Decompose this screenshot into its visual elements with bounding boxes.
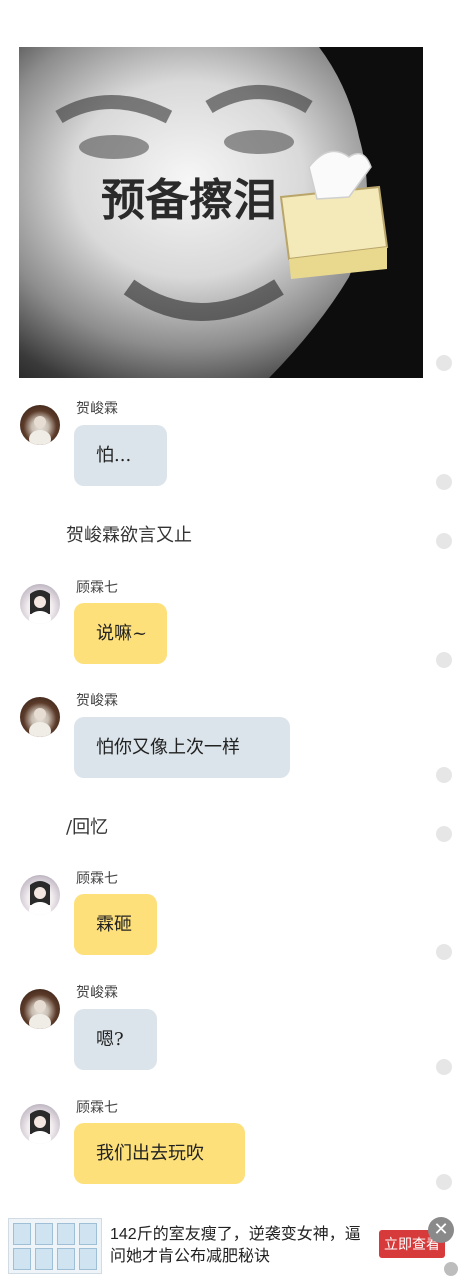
narration-text: /回忆: [66, 817, 109, 838]
avatar[interactable]: [20, 697, 60, 737]
message-bubble[interactable]: 霖砸: [74, 894, 157, 955]
sender-name: 贺峻霖: [76, 401, 118, 417]
ad-text[interactable]: 142斤的室友瘦了，逆袭变女神，逼问她才肯公布减肥秘诀: [110, 1224, 372, 1268]
meme-caption: 预备擦泪: [101, 175, 277, 226]
side-dot: [436, 944, 452, 960]
message-bubble[interactable]: 怕你又像上次一样: [74, 717, 290, 778]
side-dot: [436, 1059, 452, 1075]
avatar[interactable]: [20, 989, 60, 1029]
message-bubble[interactable]: 怕...: [74, 425, 167, 486]
avatar[interactable]: [20, 1104, 60, 1144]
side-dot: [436, 355, 452, 371]
sender-name: 贺峻霖: [76, 985, 118, 1001]
sender-name: 顾霖七: [76, 580, 118, 596]
side-dot: [436, 652, 452, 668]
avatar[interactable]: [20, 405, 60, 445]
message-bubble[interactable]: 说嘛~: [74, 603, 167, 664]
side-dot: [436, 474, 452, 490]
ad-mark-icon: [444, 1262, 458, 1276]
close-icon[interactable]: ✕: [428, 1217, 454, 1243]
side-dot: [436, 1174, 452, 1190]
sender-name: 顾霖七: [76, 871, 118, 887]
sender-name: 顾霖七: [76, 1100, 118, 1116]
message-bubble[interactable]: 嗯?: [74, 1009, 157, 1070]
side-dot: [436, 767, 452, 783]
avatar[interactable]: [20, 584, 60, 624]
meme-image[interactable]: 预备擦泪: [19, 47, 423, 378]
side-dot: [436, 533, 452, 549]
ad-thumbnail[interactable]: [8, 1218, 102, 1274]
avatar[interactable]: [20, 875, 60, 915]
side-dot: [436, 826, 452, 842]
narration-text: 贺峻霖欲言又止: [66, 525, 192, 546]
sender-name: 贺峻霖: [76, 693, 118, 709]
message-bubble[interactable]: 我们出去玩吹: [74, 1123, 245, 1184]
